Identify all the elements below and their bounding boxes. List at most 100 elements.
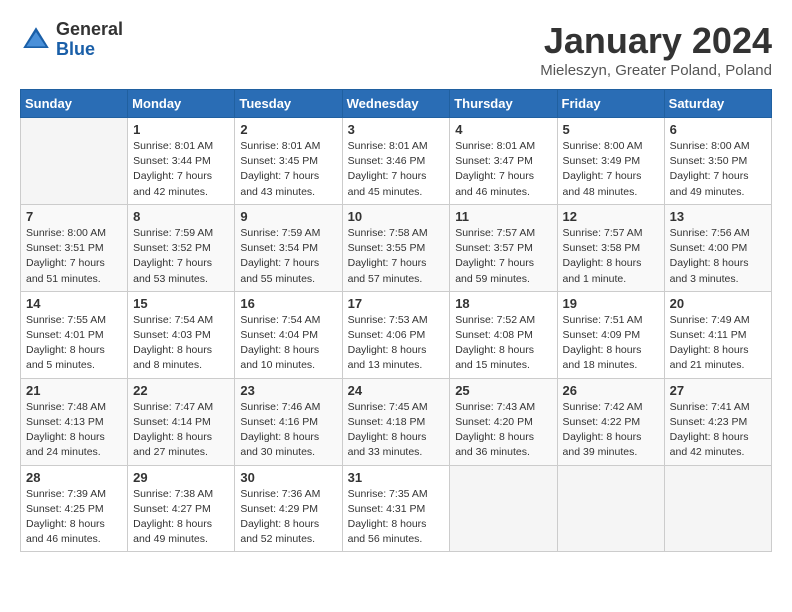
- calendar-cell: 14Sunrise: 7:55 AMSunset: 4:01 PMDayligh…: [21, 291, 128, 378]
- day-number: 29: [133, 470, 229, 485]
- day-info: Sunrise: 7:35 AMSunset: 4:31 PMDaylight:…: [348, 487, 445, 548]
- day-info: Sunrise: 7:58 AMSunset: 3:55 PMDaylight:…: [348, 226, 445, 287]
- day-number: 3: [348, 122, 445, 137]
- day-info: Sunrise: 7:56 AMSunset: 4:00 PMDaylight:…: [670, 226, 766, 287]
- day-info: Sunrise: 7:49 AMSunset: 4:11 PMDaylight:…: [670, 313, 766, 374]
- day-number: 19: [563, 296, 659, 311]
- day-info: Sunrise: 8:00 AMSunset: 3:51 PMDaylight:…: [26, 226, 122, 287]
- calendar-cell: 20 Sunrise: 7:49 AMSunset: 4:11 PMDayligh…: [664, 291, 771, 378]
- day-info: Sunrise: 8:00 AMSunset: 3:49 PMDaylight:…: [563, 139, 659, 200]
- title-block: January 2024 Mieleszyn, Greater Poland, …: [540, 20, 772, 79]
- day-info: Sunrise: 7:42 AMSunset: 4:22 PMDaylight:…: [563, 400, 659, 461]
- day-number: 16: [240, 296, 336, 311]
- calendar-cell: 10Sunrise: 7:58 AMSunset: 3:55 PMDayligh…: [342, 204, 450, 291]
- calendar-week-row: 21 Sunrise: 7:48 AMSunset: 4:13 PMDayligh…: [21, 378, 772, 465]
- weekday-header-sunday: Sunday: [21, 90, 128, 118]
- logo-general: General: [56, 19, 123, 39]
- month-title: January 2024: [540, 20, 772, 62]
- day-number: 4: [455, 122, 551, 137]
- weekday-header-monday: Monday: [128, 90, 235, 118]
- location: Mieleszyn, Greater Poland, Poland: [540, 62, 772, 79]
- day-info: Sunrise: 7:36 AMSunset: 4:29 PMDaylight:…: [240, 487, 336, 548]
- day-number: 20: [670, 296, 766, 311]
- day-number: 31: [348, 470, 445, 485]
- day-info: Sunrise: 7:43 AMSunset: 4:20 PMDaylight:…: [455, 400, 551, 461]
- day-number: 25: [455, 383, 551, 398]
- calendar-cell: 6Sunrise: 8:00 AMSunset: 3:50 PMDaylight…: [664, 118, 771, 205]
- day-number: 9: [240, 209, 336, 224]
- weekday-header-wednesday: Wednesday: [342, 90, 450, 118]
- calendar-cell: 30 Sunrise: 7:36 AMSunset: 4:29 PMDayligh…: [235, 465, 342, 552]
- logo: General Blue: [20, 20, 123, 60]
- calendar-cell: 8 Sunrise: 7:59 AMSunset: 3:52 PMDaylight…: [128, 204, 235, 291]
- logo-text: General Blue: [56, 20, 123, 60]
- day-info: Sunrise: 7:41 AMSunset: 4:23 PMDaylight:…: [670, 400, 766, 461]
- logo-blue: Blue: [56, 39, 95, 59]
- calendar-header-row: SundayMondayTuesdayWednesdayThursdayFrid…: [21, 90, 772, 118]
- calendar-cell: 26 Sunrise: 7:42 AMSunset: 4:22 PMDayligh…: [557, 378, 664, 465]
- day-number: 1: [133, 122, 229, 137]
- day-info: Sunrise: 7:47 AMSunset: 4:14 PMDaylight:…: [133, 400, 229, 461]
- day-number: 30: [240, 470, 336, 485]
- day-number: 18: [455, 296, 551, 311]
- calendar-cell: [557, 465, 664, 552]
- calendar-cell: 12Sunrise: 7:57 AMSunset: 3:58 PMDayligh…: [557, 204, 664, 291]
- day-number: 26: [563, 383, 659, 398]
- calendar-week-row: 1 Sunrise: 8:01 AMSunset: 3:44 PMDaylight…: [21, 118, 772, 205]
- day-info: Sunrise: 7:46 AMSunset: 4:16 PMDaylight:…: [240, 400, 336, 461]
- calendar-cell: 7Sunrise: 8:00 AMSunset: 3:51 PMDaylight…: [21, 204, 128, 291]
- calendar-week-row: 7Sunrise: 8:00 AMSunset: 3:51 PMDaylight…: [21, 204, 772, 291]
- calendar-cell: 1 Sunrise: 8:01 AMSunset: 3:44 PMDaylight…: [128, 118, 235, 205]
- day-info: Sunrise: 7:48 AMSunset: 4:13 PMDaylight:…: [26, 400, 122, 461]
- calendar-week-row: 28 Sunrise: 7:39 AMSunset: 4:25 PMDayligh…: [21, 465, 772, 552]
- day-info: Sunrise: 8:01 AMSunset: 3:46 PMDaylight:…: [348, 139, 445, 200]
- day-info: Sunrise: 7:59 AMSunset: 3:52 PMDaylight:…: [133, 226, 229, 287]
- day-info: Sunrise: 7:52 AMSunset: 4:08 PMDaylight:…: [455, 313, 551, 374]
- day-number: 24: [348, 383, 445, 398]
- day-info: Sunrise: 7:53 AMSunset: 4:06 PMDaylight:…: [348, 313, 445, 374]
- day-number: 8: [133, 209, 229, 224]
- calendar-cell: 23 Sunrise: 7:46 AMSunset: 4:16 PMDayligh…: [235, 378, 342, 465]
- day-number: 28: [26, 470, 122, 485]
- calendar-cell: 28 Sunrise: 7:39 AMSunset: 4:25 PMDayligh…: [21, 465, 128, 552]
- calendar-week-row: 14Sunrise: 7:55 AMSunset: 4:01 PMDayligh…: [21, 291, 772, 378]
- day-info: Sunrise: 8:01 AMSunset: 3:47 PMDaylight:…: [455, 139, 551, 200]
- day-number: 17: [348, 296, 445, 311]
- day-number: 13: [670, 209, 766, 224]
- day-number: 14: [26, 296, 122, 311]
- day-info: Sunrise: 7:39 AMSunset: 4:25 PMDaylight:…: [26, 487, 122, 548]
- day-info: Sunrise: 7:59 AMSunset: 3:54 PMDaylight:…: [240, 226, 336, 287]
- calendar-cell: 4 Sunrise: 8:01 AMSunset: 3:47 PMDaylight…: [450, 118, 557, 205]
- page-header: General Blue January 2024 Mieleszyn, Gre…: [20, 20, 772, 79]
- day-info: Sunrise: 7:54 AMSunset: 4:03 PMDaylight:…: [133, 313, 229, 374]
- day-info: Sunrise: 8:01 AMSunset: 3:45 PMDaylight:…: [240, 139, 336, 200]
- calendar-cell: 11Sunrise: 7:57 AMSunset: 3:57 PMDayligh…: [450, 204, 557, 291]
- calendar-cell: 9 Sunrise: 7:59 AMSunset: 3:54 PMDaylight…: [235, 204, 342, 291]
- day-info: Sunrise: 7:45 AMSunset: 4:18 PMDaylight:…: [348, 400, 445, 461]
- logo-icon: [20, 24, 52, 56]
- calendar-cell: 17 Sunrise: 7:53 AMSunset: 4:06 PMDayligh…: [342, 291, 450, 378]
- calendar-cell: [664, 465, 771, 552]
- day-number: 22: [133, 383, 229, 398]
- calendar-cell: 5 Sunrise: 8:00 AMSunset: 3:49 PMDaylight…: [557, 118, 664, 205]
- calendar-cell: 31 Sunrise: 7:35 AMSunset: 4:31 PMDayligh…: [342, 465, 450, 552]
- calendar-cell: 25 Sunrise: 7:43 AMSunset: 4:20 PMDayligh…: [450, 378, 557, 465]
- calendar-cell: 24 Sunrise: 7:45 AMSunset: 4:18 PMDayligh…: [342, 378, 450, 465]
- day-info: Sunrise: 7:54 AMSunset: 4:04 PMDaylight:…: [240, 313, 336, 374]
- calendar-cell: 29 Sunrise: 7:38 AMSunset: 4:27 PMDayligh…: [128, 465, 235, 552]
- day-number: 21: [26, 383, 122, 398]
- calendar-cell: [21, 118, 128, 205]
- calendar-table: SundayMondayTuesdayWednesdayThursdayFrid…: [20, 89, 772, 552]
- day-info: Sunrise: 7:38 AMSunset: 4:27 PMDaylight:…: [133, 487, 229, 548]
- day-number: 23: [240, 383, 336, 398]
- calendar-cell: 21 Sunrise: 7:48 AMSunset: 4:13 PMDayligh…: [21, 378, 128, 465]
- weekday-header-tuesday: Tuesday: [235, 90, 342, 118]
- day-info: Sunrise: 8:01 AMSunset: 3:44 PMDaylight:…: [133, 139, 229, 200]
- calendar-cell: 19Sunrise: 7:51 AMSunset: 4:09 PMDayligh…: [557, 291, 664, 378]
- day-number: 5: [563, 122, 659, 137]
- calendar-cell: 13 Sunrise: 7:56 AMSunset: 4:00 PMDayligh…: [664, 204, 771, 291]
- calendar-cell: 3 Sunrise: 8:01 AMSunset: 3:46 PMDaylight…: [342, 118, 450, 205]
- weekday-header-friday: Friday: [557, 90, 664, 118]
- day-number: 12: [563, 209, 659, 224]
- day-number: 6: [670, 122, 766, 137]
